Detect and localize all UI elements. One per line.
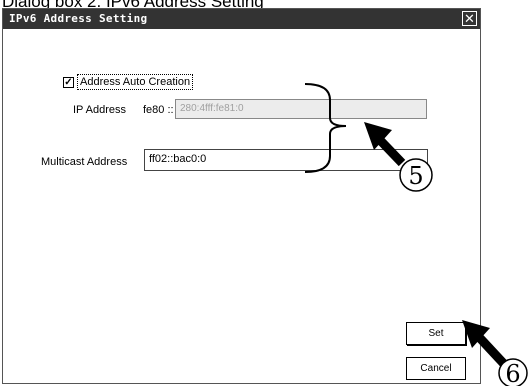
title-bar[interactable]: IPv6 Address Setting ✕ [3,9,480,29]
multicast-address-label: Multicast Address [41,156,128,168]
auto-creation-checkbox[interactable]: ✓ [63,77,74,88]
check-icon: ✓ [64,77,73,88]
ipv6-setting-dialog: IPv6 Address Setting ✕ ✓ Address Auto Cr… [2,8,481,384]
set-button[interactable]: Set [406,322,466,345]
close-icon: ✕ [464,11,475,26]
callout-6-circle [498,358,528,386]
ip-address-label: IP Address [73,104,126,116]
ip-address-prefix: fe80 :: [143,104,174,116]
auto-creation-label[interactable]: Address Auto Creation [77,74,194,90]
callout-6-arrow [474,332,509,369]
callout-6-number: 6 [505,360,520,386]
multicast-address-field[interactable]: ff02::bac0:0 [144,149,428,171]
ip-address-field: 280:4fff:fe81:0 [175,99,427,119]
dialog-title: IPv6 Address Setting [9,12,148,25]
cancel-button[interactable]: Cancel [406,357,466,380]
dialog-body: ✓ Address Auto Creation IP Address fe80 … [3,29,480,383]
close-button[interactable]: ✕ [462,11,477,26]
